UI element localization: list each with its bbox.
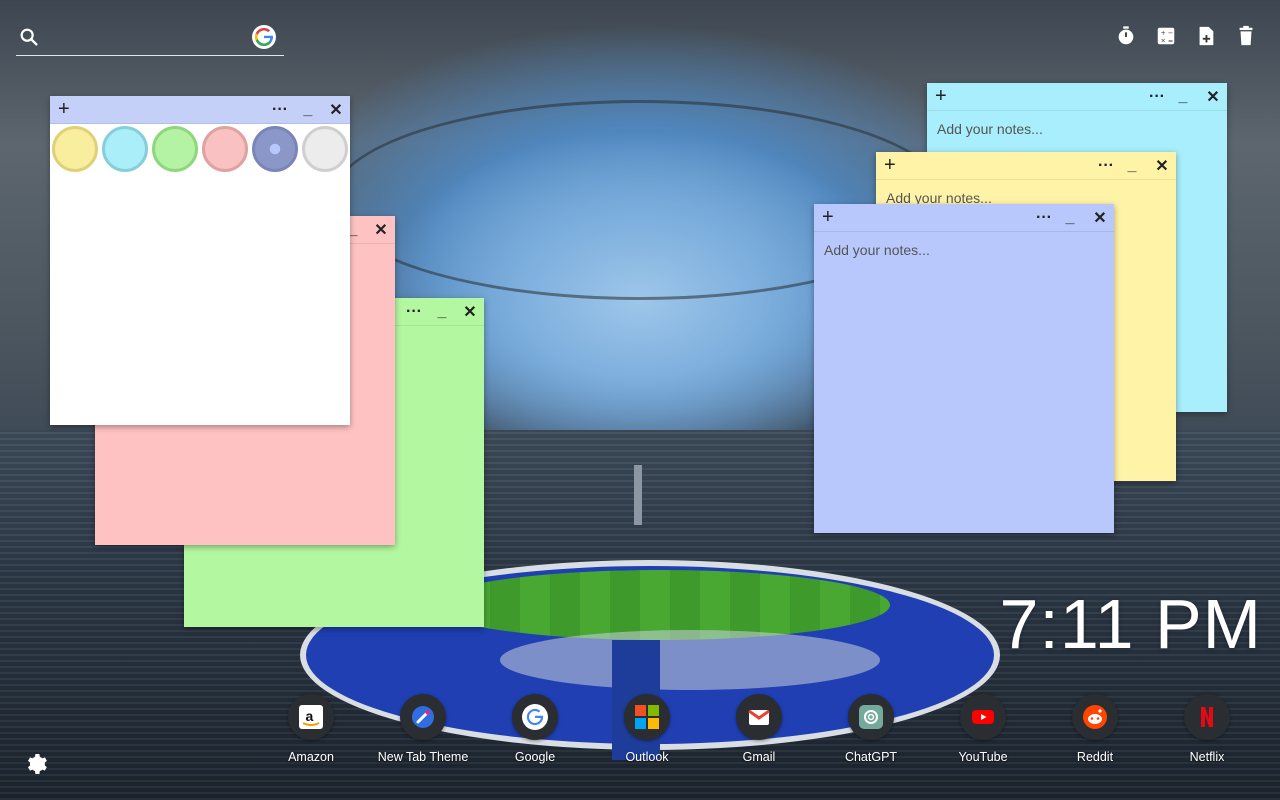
shortcut-label: YouTube xyxy=(958,750,1008,764)
pitch-shadow xyxy=(500,630,880,690)
shortcut-gmail[interactable]: Gmail xyxy=(703,694,815,764)
color-swatch-blue-selected[interactable] xyxy=(252,126,298,172)
google-search-icon[interactable] xyxy=(252,25,276,49)
shortcut-label: Netflix xyxy=(1189,750,1225,764)
toolbar: + − × = xyxy=(1114,24,1258,48)
note-header[interactable]: + ··· _ ✕ xyxy=(50,96,350,124)
more-options-icon[interactable]: ··· xyxy=(1034,204,1054,232)
minimize-icon[interactable]: _ xyxy=(432,298,452,326)
close-icon[interactable]: ✕ xyxy=(1203,83,1223,111)
close-icon[interactable]: ✕ xyxy=(1152,152,1172,180)
shortcut-label: Amazon xyxy=(288,750,334,764)
shortcut-netflix[interactable]: Netflix xyxy=(1151,694,1263,764)
shortcut-label: Google xyxy=(514,750,556,764)
shortcut-amazon[interactable]: a Amazon xyxy=(255,694,367,764)
add-note-icon[interactable]: + xyxy=(58,99,70,119)
search-icon[interactable] xyxy=(18,26,40,48)
shortcut-chatgpt[interactable]: ChatGPT xyxy=(815,694,927,764)
calculator-icon[interactable]: + − × = xyxy=(1154,24,1178,48)
more-options-icon[interactable]: ··· xyxy=(404,298,424,326)
sticky-note-white[interactable]: + ··· _ ✕ xyxy=(50,96,350,425)
gmail-icon[interactable] xyxy=(736,694,782,740)
chatgpt-icon[interactable] xyxy=(848,694,894,740)
shortcut-reddit[interactable]: Reddit xyxy=(1039,694,1151,764)
search-input[interactable] xyxy=(50,27,250,49)
add-note-icon[interactable]: + xyxy=(935,86,947,106)
more-options-icon[interactable]: ··· xyxy=(1096,152,1116,180)
shortcut-new-tab-theme[interactable]: New Tab Theme xyxy=(367,694,479,764)
amazon-icon[interactable]: a xyxy=(288,694,334,740)
close-icon[interactable]: ✕ xyxy=(1090,204,1110,232)
shortcut-label: New Tab Theme xyxy=(377,750,469,764)
settings-gear-icon[interactable] xyxy=(24,752,48,776)
reddit-icon[interactable] xyxy=(1072,694,1118,740)
color-swatch-cyan[interactable] xyxy=(102,126,148,172)
timer-icon[interactable] xyxy=(1114,24,1138,48)
note-header[interactable]: + ··· _ ✕ xyxy=(814,204,1114,232)
shortcut-label: Gmail xyxy=(742,750,776,764)
note-header[interactable]: + ··· _ ✕ xyxy=(876,152,1176,180)
svg-text:× =: × = xyxy=(1161,36,1174,44)
new-tab-theme-icon[interactable] xyxy=(400,694,446,740)
color-swatch-green[interactable] xyxy=(152,126,198,172)
note-text[interactable]: Add your notes... xyxy=(927,111,1227,147)
color-swatch-yellow[interactable] xyxy=(52,126,98,172)
color-swatch-gray[interactable] xyxy=(302,126,348,172)
close-icon[interactable]: ✕ xyxy=(371,216,391,244)
note-text[interactable]: Add your notes... xyxy=(814,232,1114,268)
shortcut-label: ChatGPT xyxy=(844,750,898,764)
color-swatch-pink[interactable] xyxy=(202,126,248,172)
close-icon[interactable]: ✕ xyxy=(326,96,346,124)
note-header[interactable]: + ··· _ ✕ xyxy=(927,83,1227,111)
trash-icon[interactable] xyxy=(1234,24,1258,48)
color-palette xyxy=(50,124,350,174)
search-bar xyxy=(16,24,284,56)
netflix-icon[interactable] xyxy=(1184,694,1230,740)
new-note-icon[interactable] xyxy=(1194,24,1218,48)
more-options-icon[interactable]: ··· xyxy=(1147,83,1167,111)
more-options-icon[interactable]: ··· xyxy=(270,96,290,124)
minimize-icon[interactable]: _ xyxy=(1122,152,1142,180)
shortcut-label: Reddit xyxy=(1076,750,1114,764)
svg-text:a: a xyxy=(306,708,314,724)
add-note-icon[interactable]: + xyxy=(822,207,834,227)
minimize-icon[interactable]: _ xyxy=(1060,204,1080,232)
shortcut-youtube[interactable]: YouTube xyxy=(927,694,1039,764)
add-note-icon[interactable]: + xyxy=(884,155,896,175)
shortcut-outlook[interactable]: Outlook xyxy=(591,694,703,764)
bell-tower xyxy=(634,465,642,525)
google-icon[interactable] xyxy=(512,694,558,740)
youtube-icon[interactable] xyxy=(960,694,1006,740)
microsoft-icon[interactable] xyxy=(624,694,670,740)
minimize-icon[interactable]: _ xyxy=(298,96,318,124)
close-icon[interactable]: ✕ xyxy=(460,298,480,326)
shortcut-google[interactable]: Google xyxy=(479,694,591,764)
minimize-icon[interactable]: _ xyxy=(1173,83,1193,111)
shortcut-dock: a Amazon New Tab Theme Google Outlook Gm… xyxy=(255,694,1265,774)
sticky-note-blue[interactable]: + ··· _ ✕ Add your notes... xyxy=(814,204,1114,533)
clock: 7:11 PM xyxy=(999,585,1262,663)
shortcut-label: Outlook xyxy=(625,750,669,764)
